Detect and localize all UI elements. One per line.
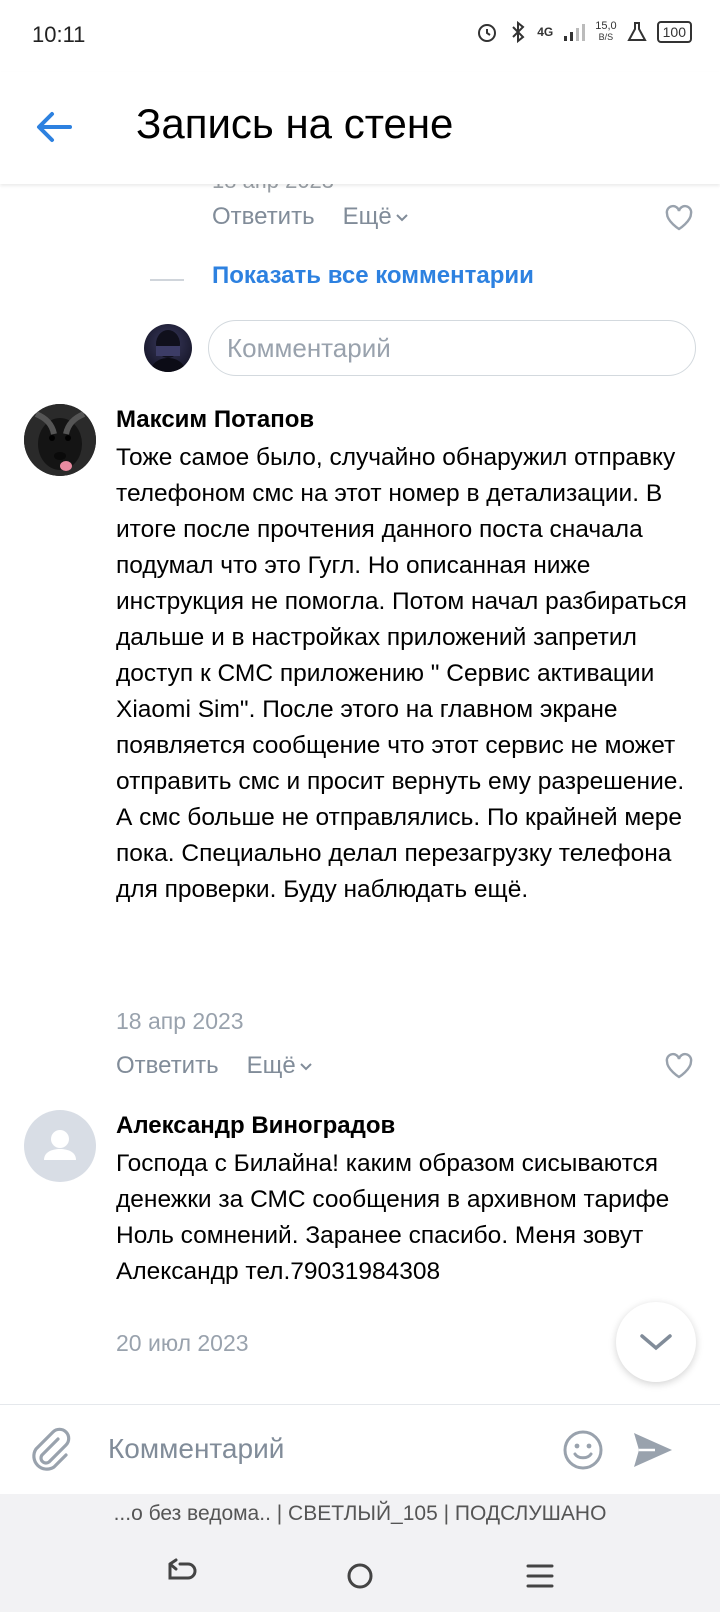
network-speed: 15,0 B/S — [595, 21, 616, 43]
comment-text: Господа с Билайна! каким образом сисываю… — [116, 1150, 670, 1285]
arrow-left-icon — [37, 112, 72, 142]
emoji-icon[interactable] — [562, 1429, 604, 1471]
reply-actions: Ответить Ещё — [212, 197, 410, 237]
scroll-down-button[interactable] — [616, 1302, 696, 1382]
network-speed-value: 15,0 — [595, 20, 617, 32]
more-button[interactable]: Ещё — [247, 1052, 314, 1080]
system-nav-bar: ...о без ведома.. | СВЕТЛЫЙ_105 | ПОДСЛУ… — [0, 1494, 720, 1612]
menu-nav-icon[interactable] — [520, 1556, 560, 1596]
alarm-icon — [478, 24, 497, 42]
reply-button[interactable]: Ответить — [212, 203, 315, 231]
avatar[interactable] — [24, 404, 96, 476]
comment-author[interactable]: Александр Виноградов — [116, 1112, 395, 1140]
send-icon[interactable] — [630, 1429, 674, 1471]
comment-input[interactable]: Комментарий — [108, 1425, 528, 1473]
signal-icon — [564, 24, 586, 41]
user-placeholder-icon — [44, 1130, 76, 1160]
dog-photo — [24, 404, 96, 476]
more-button[interactable]: Ещё — [343, 203, 410, 231]
battery-indicator: 100 — [656, 21, 692, 43]
like-icon[interactable] — [664, 204, 694, 232]
nav-caption: ...о без ведома.. | СВЕТЛЫЙ_105 | ПОДСЛУ… — [113, 1502, 607, 1525]
home-nav-icon[interactable] — [340, 1556, 380, 1596]
back-nav-icon[interactable] — [160, 1556, 200, 1596]
show-all-comments-link[interactable]: Показать все комментарии — [212, 262, 534, 290]
user-photo — [150, 330, 186, 372]
page-title: Запись на стене — [136, 100, 454, 147]
chevron-down-icon — [299, 1063, 312, 1071]
bluetooth-icon — [512, 20, 525, 44]
reply-date: 18 апр 2023 — [212, 184, 334, 194]
more-label: Ещё — [342, 203, 392, 230]
comment-date: 20 июл 2023 — [116, 1330, 249, 1356]
network-type: 4G — [537, 25, 554, 39]
chevron-down-icon — [640, 1334, 672, 1351]
network-speed-unit: B/S — [598, 32, 614, 42]
avatar[interactable] — [24, 1110, 96, 1182]
comment-composer: Комментарий — [0, 1404, 720, 1494]
comments-feed[interactable]: 18 апр 2023 Ответить Ещё Показать все ко… — [0, 184, 720, 1404]
chevron-down-icon — [395, 214, 408, 222]
status-time: 10:11 — [32, 22, 86, 47]
app-header: Запись на стене — [0, 72, 720, 184]
status-bar: 10:11 4G 15,0 B/S 100 — [0, 0, 720, 72]
comment-actions: Ответить Ещё — [116, 1046, 314, 1086]
back-button[interactable] — [30, 102, 80, 152]
flask-icon — [626, 22, 647, 41]
paperclip-icon[interactable] — [28, 1427, 72, 1473]
comment-text: Тоже самое было, случайно обнаружил отпр… — [116, 444, 687, 903]
reply-comment-input[interactable]: Комментарий — [208, 320, 696, 376]
comment-author[interactable]: Максим Потапов — [116, 406, 314, 434]
thread-divider — [150, 279, 184, 281]
more-label: Ещё — [246, 1052, 296, 1079]
reply-button[interactable]: Ответить — [116, 1052, 219, 1080]
avatar — [144, 324, 192, 372]
status-icons: 4G 15,0 B/S 100 — [475, 20, 692, 44]
comment-date: 18 апр 2023 — [116, 1008, 244, 1034]
like-icon[interactable] — [664, 1052, 694, 1080]
